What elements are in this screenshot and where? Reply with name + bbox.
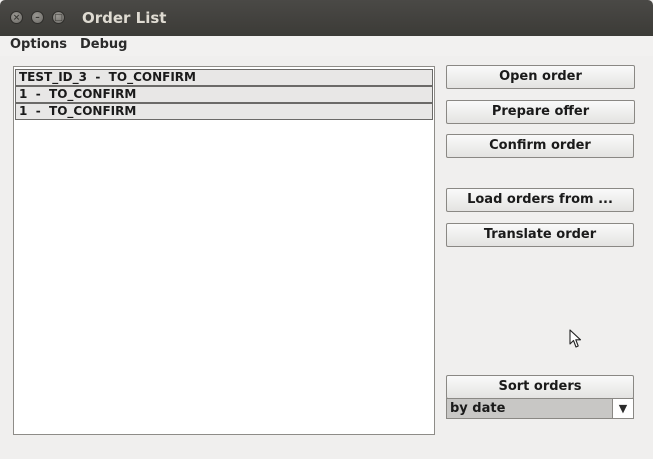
prepare-offer-button[interactable]: Prepare offer	[446, 100, 635, 124]
order-list-window: × – □ Order List Options Debug TEST_ID_3…	[0, 0, 653, 459]
confirm-order-button[interactable]: Confirm order	[446, 134, 634, 158]
sort-order-select[interactable]: by date ▼	[446, 398, 634, 419]
mouse-pointer-icon	[569, 329, 582, 348]
open-order-button[interactable]: Open order	[446, 65, 635, 89]
order-list[interactable]: TEST_ID_3 - TO_CONFIRM 1 - TO_CONFIRM 1 …	[13, 66, 435, 435]
menu-options[interactable]: Options	[10, 37, 67, 52]
window-title: Order List	[82, 9, 167, 27]
translate-order-button[interactable]: Translate order	[446, 223, 634, 247]
menu-bar: Options Debug	[0, 36, 653, 56]
load-orders-button[interactable]: Load orders from ...	[446, 188, 634, 212]
order-list-item[interactable]: 1 - TO_CONFIRM	[15, 86, 433, 103]
order-list-item[interactable]: TEST_ID_3 - TO_CONFIRM	[15, 69, 433, 86]
maximize-window-icon[interactable]: □	[52, 11, 65, 24]
menu-debug[interactable]: Debug	[80, 37, 127, 52]
sort-orders-button[interactable]: Sort orders	[446, 375, 634, 399]
sort-order-value: by date	[450, 401, 506, 416]
close-window-icon[interactable]: ×	[10, 11, 23, 24]
minimize-window-icon[interactable]: –	[31, 11, 44, 24]
chevron-down-icon[interactable]: ▼	[612, 399, 633, 418]
order-list-item[interactable]: 1 - TO_CONFIRM	[15, 103, 433, 120]
title-bar[interactable]: × – □ Order List	[0, 0, 653, 36]
